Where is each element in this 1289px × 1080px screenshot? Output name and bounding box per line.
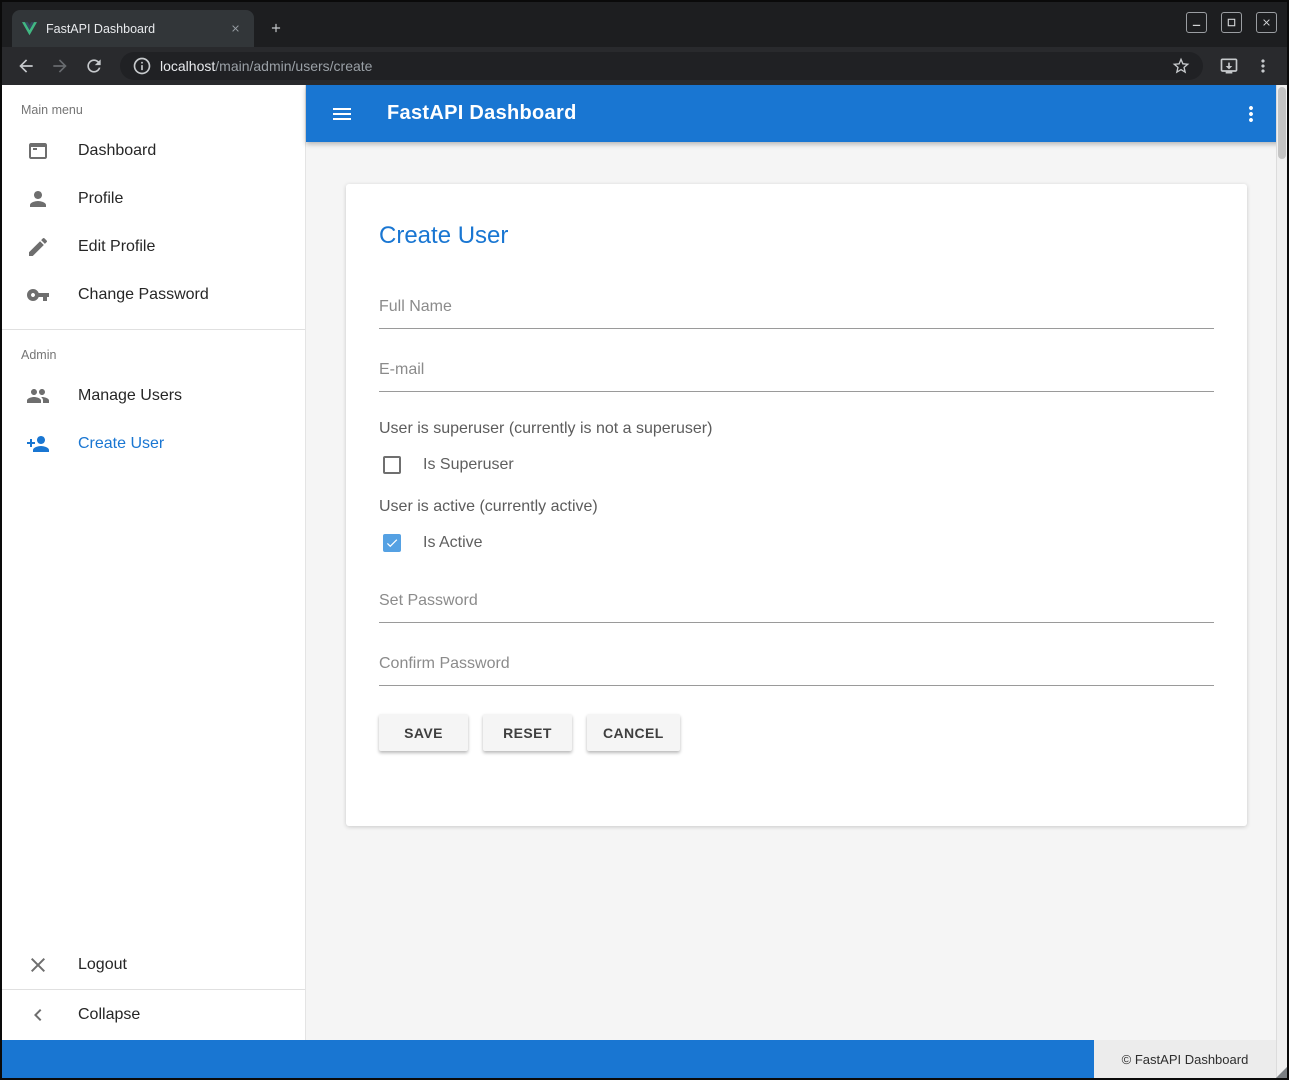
- maximize-button[interactable]: [1221, 12, 1242, 33]
- reset-button[interactable]: RESET: [483, 714, 572, 751]
- minimize-button[interactable]: [1186, 12, 1207, 33]
- dashboard-icon: [26, 139, 50, 163]
- browser-tab[interactable]: FastAPI Dashboard: [12, 10, 254, 47]
- sidebar-item-manage-users[interactable]: Manage Users: [2, 372, 305, 420]
- checkmark-icon: [385, 536, 399, 550]
- confirm-password-field: [379, 651, 1214, 686]
- sidebar-item-profile[interactable]: Profile: [2, 175, 305, 223]
- save-button[interactable]: SAVE: [379, 714, 468, 751]
- sidebar-item-label: Profile: [78, 190, 123, 208]
- address-bar[interactable]: localhost/main/admin/users/create: [120, 52, 1203, 80]
- full-name-field: [379, 294, 1214, 329]
- window-controls: [1186, 12, 1277, 33]
- browser-window: FastAPI Dashboard: [0, 0, 1289, 1080]
- active-note: User is active (currently active): [379, 498, 1214, 516]
- scrollbar-thumb[interactable]: [1278, 87, 1286, 159]
- create-user-card: Create User User is superuser (currently…: [346, 184, 1247, 826]
- chevron-left-icon: [26, 1003, 50, 1027]
- key-icon: [26, 283, 50, 307]
- is-superuser-checkbox-row[interactable]: Is Superuser: [383, 456, 1214, 474]
- main-area: FastAPI Dashboard Create User User is su…: [306, 85, 1287, 1078]
- sidebar-item-edit-profile[interactable]: Edit Profile: [2, 223, 305, 271]
- sidebar-item-label: Change Password: [78, 286, 209, 304]
- sidebar: Main menu Dashboard Profile Edit Profile…: [2, 85, 306, 1078]
- sidebar-collapse-button[interactable]: Collapse: [2, 990, 305, 1040]
- footer-copyright: © FastAPI Dashboard: [1094, 1040, 1276, 1078]
- person-add-icon: [26, 432, 50, 456]
- is-active-label: Is Active: [423, 534, 483, 552]
- is-superuser-checkbox[interactable]: [383, 456, 401, 474]
- sidebar-item-label: Create User: [78, 435, 164, 453]
- set-password-field: [379, 588, 1214, 623]
- close-window-button[interactable]: [1256, 12, 1277, 33]
- sidebar-item-logout[interactable]: Logout: [2, 941, 305, 989]
- form-buttons: SAVE RESET CANCEL: [379, 714, 1214, 751]
- sidebar-item-label: Manage Users: [78, 387, 182, 405]
- appbar-more-icon[interactable]: [1239, 102, 1263, 126]
- sidebar-item-dashboard[interactable]: Dashboard: [2, 127, 305, 175]
- tab-close-icon[interactable]: [226, 20, 244, 38]
- install-app-icon[interactable]: [1215, 52, 1243, 80]
- bookmark-star-icon[interactable]: [1171, 56, 1191, 76]
- email-input[interactable]: [379, 357, 1214, 392]
- vue-logo-icon: [22, 22, 37, 36]
- person-icon: [26, 187, 50, 211]
- sidebar-item-label: Logout: [78, 956, 127, 974]
- tab-title: FastAPI Dashboard: [46, 22, 217, 36]
- sidebar-item-label: Edit Profile: [78, 238, 155, 256]
- set-password-input[interactable]: [379, 588, 1214, 623]
- hamburger-menu-icon[interactable]: [330, 102, 354, 126]
- appbar: FastAPI Dashboard: [306, 85, 1287, 142]
- full-name-input[interactable]: [379, 294, 1214, 329]
- people-icon: [26, 384, 50, 408]
- close-x-icon: [26, 953, 50, 977]
- reload-button[interactable]: [80, 52, 108, 80]
- browser-titlebar: FastAPI Dashboard: [2, 2, 1287, 47]
- content-area: Create User User is superuser (currently…: [306, 142, 1287, 1078]
- edit-icon: [26, 235, 50, 259]
- url-path: /main/admin/users/create: [215, 58, 372, 74]
- app-footer: © FastAPI Dashboard: [2, 1040, 1276, 1078]
- is-active-checkbox-row[interactable]: Is Active: [383, 534, 1214, 552]
- confirm-password-input[interactable]: [379, 651, 1214, 686]
- page-title: Create User: [379, 222, 1214, 250]
- url-text: localhost/main/admin/users/create: [160, 58, 372, 74]
- sidebar-item-change-password[interactable]: Change Password: [2, 271, 305, 319]
- browser-toolbar: localhost/main/admin/users/create: [2, 47, 1287, 85]
- back-button[interactable]: [12, 52, 40, 80]
- page: Main menu Dashboard Profile Edit Profile…: [2, 85, 1287, 1078]
- email-field: [379, 357, 1214, 392]
- is-active-checkbox[interactable]: [383, 534, 401, 552]
- url-host: localhost: [160, 58, 215, 74]
- sidebar-section-main-menu: Main menu: [2, 85, 305, 127]
- browser-menu-icon[interactable]: [1249, 52, 1277, 80]
- password-block: [379, 588, 1214, 686]
- cancel-button[interactable]: CANCEL: [587, 714, 680, 751]
- sidebar-spacer: [2, 468, 305, 941]
- resize-grip-icon: [1276, 1067, 1287, 1078]
- sidebar-item-label: Collapse: [78, 1006, 140, 1024]
- forward-button[interactable]: [46, 52, 74, 80]
- superuser-note: User is superuser (currently is not a su…: [379, 420, 1214, 438]
- site-info-icon[interactable]: [132, 56, 152, 76]
- sidebar-item-label: Dashboard: [78, 142, 156, 160]
- appbar-title: FastAPI Dashboard: [387, 102, 577, 125]
- is-superuser-label: Is Superuser: [423, 456, 514, 474]
- page-scrollbar[interactable]: [1276, 85, 1287, 1078]
- sidebar-item-create-user[interactable]: Create User: [2, 420, 305, 468]
- new-tab-button[interactable]: [262, 14, 290, 42]
- sidebar-section-admin: Admin: [2, 330, 305, 372]
